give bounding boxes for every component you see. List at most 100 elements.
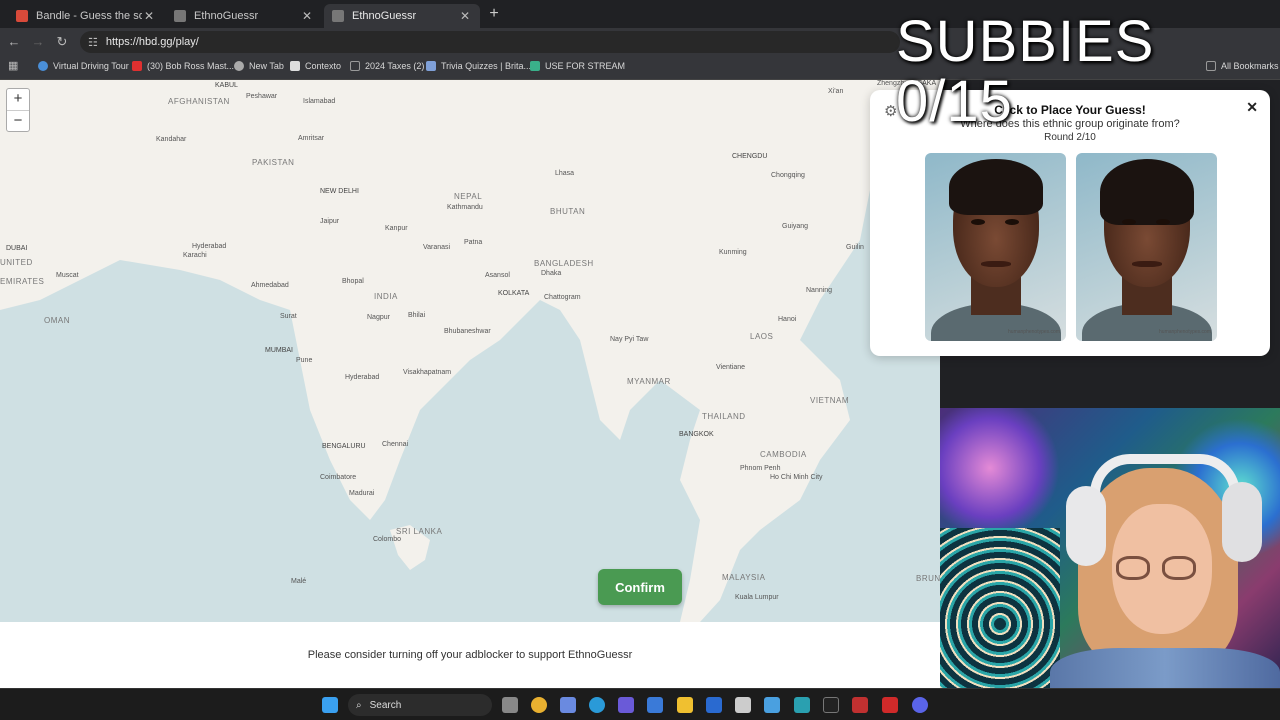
ethnoguessr-favicon-icon bbox=[332, 10, 344, 22]
face-watermark: humanphenotypes.com bbox=[1159, 329, 1211, 335]
file-explorer-icon[interactable] bbox=[677, 697, 693, 713]
country-label: THAILAND bbox=[702, 412, 746, 421]
edge-icon[interactable] bbox=[589, 697, 605, 713]
bookmark-item[interactable]: Contexto bbox=[290, 61, 341, 71]
streamer-webcam bbox=[940, 408, 1280, 688]
city-label: Surat bbox=[280, 313, 297, 320]
search-icon: ⌕ bbox=[356, 699, 362, 711]
city-label: Jaipur bbox=[320, 218, 340, 225]
zoom-in-button[interactable]: + bbox=[7, 89, 29, 110]
bookmark-item[interactable]: Trivia Quizzes | Brita... bbox=[426, 61, 531, 71]
city-label: MUMBAI bbox=[265, 347, 293, 354]
subbies-counter: SUBBIES 0/15 bbox=[896, 9, 1155, 134]
city-label: Pune bbox=[296, 357, 313, 364]
mail-icon[interactable] bbox=[706, 697, 722, 713]
city-label: Bhopal bbox=[342, 278, 364, 285]
city-label: DUBAI bbox=[6, 245, 28, 252]
app-icon[interactable] bbox=[852, 697, 868, 713]
bookmark-label: Contexto bbox=[305, 61, 342, 71]
bookmark-label: Virtual Driving Tour bbox=[53, 61, 129, 71]
chrome-icon bbox=[234, 61, 244, 71]
zoom-out-button[interactable]: − bbox=[7, 110, 29, 131]
city-label: Kunming bbox=[719, 249, 747, 256]
new-tab-icon[interactable]: + bbox=[486, 5, 502, 23]
streamer bbox=[1050, 448, 1280, 688]
bookmark-item[interactable]: New Tab bbox=[234, 61, 284, 71]
city-label: Kathmandu bbox=[447, 204, 483, 211]
city-label: Lhasa bbox=[555, 170, 575, 177]
close-tab-icon[interactable]: ✕ bbox=[300, 9, 314, 23]
city-label: Muscat bbox=[56, 272, 79, 279]
country-label: NEPAL bbox=[454, 192, 483, 201]
app-icon[interactable] bbox=[823, 697, 839, 713]
confirm-button[interactable]: Confirm bbox=[598, 569, 682, 605]
city-label: Madurai bbox=[349, 490, 375, 497]
bookmark-label: 2024 Taxes (2) bbox=[365, 61, 425, 71]
chrome-icon[interactable] bbox=[531, 697, 547, 713]
city-label: Islamabad bbox=[303, 98, 336, 105]
photos-icon[interactable] bbox=[647, 697, 663, 713]
bookmark-label: (30) Bob Ross Mast... bbox=[147, 61, 235, 71]
country-label: OMAN bbox=[44, 316, 70, 325]
youtube-icon bbox=[132, 61, 142, 71]
bookmark-item[interactable]: 2024 Taxes (2) bbox=[350, 61, 424, 71]
back-arrow-icon[interactable]: ← bbox=[6, 34, 22, 49]
forward-arrow-icon[interactable]: → bbox=[30, 34, 46, 49]
bookmark-label: USE FOR STREAM bbox=[545, 61, 626, 71]
globe-icon bbox=[38, 61, 48, 71]
country-label: BHUTAN bbox=[550, 207, 586, 216]
app-icon[interactable] bbox=[764, 697, 780, 713]
tab-ethnoguessr-2[interactable]: EthnoGuessr ✕ bbox=[324, 4, 480, 28]
taskbar-search[interactable]: ⌕ Search bbox=[348, 694, 492, 716]
city-label: Patna bbox=[464, 239, 483, 246]
city-label: KABUL bbox=[215, 82, 238, 89]
city-label: Hanoi bbox=[778, 316, 797, 323]
guess-map[interactable]: AFGHANISTAN PAKISTAN NEPAL BHUTAN BANGLA… bbox=[0, 80, 940, 622]
trivia-icon bbox=[426, 61, 436, 71]
city-label: BANGKOK bbox=[679, 431, 714, 438]
city-label: Malé bbox=[291, 578, 307, 585]
city-label: KOLKATA bbox=[498, 290, 530, 297]
tab-title: EthnoGuessr bbox=[352, 10, 417, 22]
ethnoguessr-favicon-icon bbox=[174, 10, 186, 22]
city-label: Nanning bbox=[806, 287, 833, 294]
male-composite-face: humanphenotypes.com bbox=[925, 153, 1066, 341]
address-bar[interactable]: ☷ https://hbd.gg/play/ bbox=[80, 31, 900, 53]
app-icon[interactable] bbox=[794, 697, 810, 713]
country-label: MYANMAR bbox=[627, 377, 671, 386]
close-tab-icon[interactable]: ✕ bbox=[142, 9, 156, 23]
copilot-icon[interactable] bbox=[560, 697, 576, 713]
tab-bandle[interactable]: Bandle - Guess the song, one i ✕ bbox=[8, 4, 164, 28]
bookmark-item[interactable]: Virtual Driving Tour bbox=[38, 61, 129, 71]
windows-start-icon[interactable] bbox=[322, 697, 338, 713]
city-label: Bhilai bbox=[408, 312, 426, 319]
headphones-icon bbox=[1066, 486, 1106, 566]
discord-icon[interactable] bbox=[912, 697, 928, 713]
teams-icon[interactable] bbox=[618, 697, 634, 713]
city-label: Guilin bbox=[846, 244, 864, 251]
bookmark-item[interactable]: USE FOR STREAM bbox=[530, 61, 625, 71]
country-label: VIETNAM bbox=[810, 396, 850, 405]
city-label: Guiyang bbox=[782, 223, 809, 230]
tab-ethnoguessr-1[interactable]: EthnoGuessr ✕ bbox=[166, 4, 322, 28]
apps-grid-icon[interactable]: ▦ bbox=[8, 59, 18, 72]
taskbar: ⌕ Search bbox=[0, 688, 1280, 720]
city-label: Vientiane bbox=[716, 364, 746, 371]
city-label: Phnom Penh bbox=[740, 465, 781, 472]
tab-title: EthnoGuessr bbox=[194, 10, 259, 22]
contexto-icon bbox=[290, 61, 300, 71]
city-label: BENGALURU bbox=[322, 443, 366, 450]
bookmark-item[interactable]: (30) Bob Ross Mast... bbox=[132, 61, 234, 71]
city-label: Chongqing bbox=[771, 172, 805, 179]
close-tab-icon[interactable]: ✕ bbox=[458, 9, 472, 23]
reload-icon[interactable]: ↻ bbox=[54, 34, 70, 50]
city-label: Karachi bbox=[183, 252, 207, 259]
stream-icon bbox=[530, 61, 540, 71]
city-label: Xi'an bbox=[828, 88, 844, 95]
store-icon[interactable] bbox=[735, 697, 751, 713]
app-icon[interactable] bbox=[882, 697, 898, 713]
bookmark-label: New Tab bbox=[249, 61, 284, 71]
site-info-icon[interactable]: ☷ bbox=[88, 36, 98, 49]
task-view-icon[interactable] bbox=[502, 697, 518, 713]
city-label: Bhubaneshwar bbox=[444, 328, 491, 335]
